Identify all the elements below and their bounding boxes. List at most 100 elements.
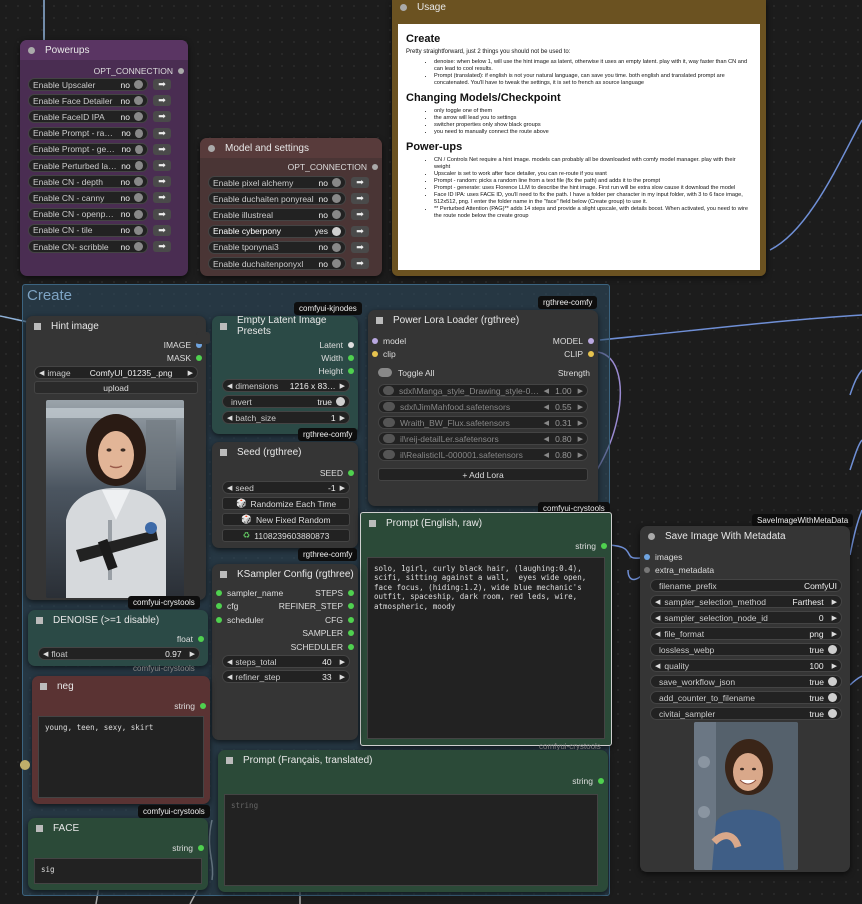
toggle-row[interactable]: Enable CN - canny no <box>28 191 148 205</box>
collapse-square-icon[interactable] <box>36 824 43 832</box>
save-image-node[interactable]: Save Image With Metadata images extra_me… <box>640 526 850 872</box>
output-pin-icon[interactable] <box>588 351 594 357</box>
seed-output[interactable]: SEED <box>320 468 354 478</box>
neg-node[interactable]: neg string young, teen, sexy, skirt <box>32 676 210 804</box>
right-arrow-icon[interactable]: ▶ <box>340 414 345 422</box>
right-arrow-icon[interactable]: ▶ <box>190 650 195 658</box>
model-settings-header[interactable]: Model and settings <box>200 138 382 158</box>
right-arrow-icon[interactable]: ▶ <box>832 630 837 638</box>
new-fixed-random-button[interactable]: 🎲 New Fixed Random <box>222 513 350 526</box>
seed-stepper[interactable]: ◀ seed -1 ▶ <box>222 481 350 494</box>
toggle-knob-icon[interactable] <box>336 397 345 406</box>
output-pin-icon[interactable] <box>348 470 354 476</box>
output-pin-icon[interactable] <box>178 68 184 74</box>
denoise-header[interactable]: DENOISE (>=1 disable) <box>28 610 208 630</box>
left-arrow-icon[interactable]: ◀ <box>227 484 232 492</box>
create-group-title[interactable]: Create <box>27 287 72 304</box>
input-pin-icon[interactable] <box>372 338 378 344</box>
goto-arrow-icon[interactable]: ➡ <box>351 225 369 237</box>
refiner-step-stepper[interactable]: ◀ refiner_step 33 ▶ <box>222 670 350 683</box>
prompt-french-textarea[interactable]: string <box>224 794 598 886</box>
hint-image-node[interactable]: Hint image IMAGE MASK ◀ image ComfyUI_01… <box>26 316 206 600</box>
output-pin-icon[interactable] <box>348 603 354 609</box>
output-pin-icon[interactable] <box>348 617 354 623</box>
output-pin-icon[interactable] <box>372 164 378 170</box>
left-arrow-icon[interactable]: ◀ <box>544 451 549 459</box>
right-arrow-icon[interactable]: ▶ <box>578 403 583 411</box>
collapse-square-icon[interactable] <box>220 570 227 578</box>
lora-row[interactable]: il\RealisticIL-000001.safetensors ◀ 0.80 ▶ <box>378 448 588 461</box>
output-pin-icon[interactable] <box>348 590 354 596</box>
output-pin-icon[interactable] <box>196 355 202 361</box>
output-pin-icon[interactable] <box>348 342 354 348</box>
collapse-square-icon[interactable] <box>34 322 41 330</box>
clip-input[interactable]: clip <box>372 349 396 359</box>
empty-latent-header[interactable]: Empty Latent Image Presets <box>212 316 358 337</box>
output-pin-icon[interactable] <box>348 630 354 636</box>
denoise-node[interactable]: DENOISE (>=1 disable) float ◀ float 0.97… <box>28 610 208 666</box>
toggle-row[interactable]: Enable CN - tile no <box>28 223 148 237</box>
neg-header[interactable]: neg <box>32 676 210 696</box>
output-pin-icon[interactable] <box>348 644 354 650</box>
steps-output[interactable]: STEPS <box>315 588 354 598</box>
right-arrow-icon[interactable]: ▶ <box>188 369 193 377</box>
toggle-row[interactable]: Enable pixel alchemy no <box>208 176 346 189</box>
toggle-row[interactable]: Enable Prompt - gener… no <box>28 142 148 156</box>
goto-arrow-icon[interactable]: ➡ <box>351 241 369 253</box>
empty-latent-node[interactable]: Empty Latent Image Presets Latent Width … <box>212 316 358 434</box>
usage-header[interactable]: Usage <box>392 0 766 14</box>
toggle-row[interactable]: Enable cyberpony yes <box>208 224 346 238</box>
output-pin-icon[interactable] <box>198 845 204 851</box>
goto-arrow-icon[interactable]: ➡ <box>153 143 171 155</box>
powerups-header[interactable]: Powerups <box>20 40 188 60</box>
goto-arrow-icon[interactable]: ➡ <box>153 127 171 139</box>
input-pin-icon[interactable] <box>216 617 222 623</box>
toggle-knob-icon[interactable] <box>134 128 143 138</box>
collapse-square-icon[interactable] <box>36 616 43 624</box>
toggle-knob-icon[interactable] <box>332 194 341 204</box>
node-graph-canvas[interactable]: Powerups OPT_CONNECTION Enable Upscaler n… <box>0 0 862 904</box>
toggle-knob-icon[interactable] <box>828 709 837 718</box>
clip-output[interactable]: CLIP <box>564 349 594 359</box>
lora-toggle[interactable] <box>383 418 395 427</box>
width-output[interactable]: Width <box>321 353 354 363</box>
toggle-knob-icon[interactable] <box>134 242 143 251</box>
right-arrow-icon[interactable]: ▶ <box>578 451 583 459</box>
collapse-dot-icon[interactable] <box>648 532 655 540</box>
goto-arrow-icon[interactable]: ➡ <box>351 209 369 221</box>
randomize-each-time-button[interactable]: 🎲 Randomize Each Time <box>222 497 350 510</box>
cfg-output[interactable]: CFG <box>325 615 354 625</box>
lora-toggle[interactable] <box>383 450 395 459</box>
model-input[interactable]: model <box>372 336 406 346</box>
right-arrow-icon[interactable]: ▶ <box>832 598 837 606</box>
toggle-row[interactable]: Enable Perturbed late… no <box>28 159 148 172</box>
usage-text-panel[interactable]: Create Pretty straightforward, just 2 th… <box>398 24 760 270</box>
collapse-dot-icon[interactable] <box>28 46 35 54</box>
model-settings-output[interactable]: OPT_CONNECTION <box>288 162 378 172</box>
toggle-knob-icon[interactable] <box>134 209 143 219</box>
right-arrow-icon[interactable]: ▶ <box>578 387 583 395</box>
face-header[interactable]: FACE <box>28 818 208 838</box>
goto-arrow-icon[interactable]: ➡ <box>351 193 369 205</box>
toggle-row[interactable]: Enable duchaitenponyxl no <box>208 257 346 270</box>
denoise-float-stepper[interactable]: ◀ float 0.97 ▶ <box>38 647 200 660</box>
toggle-knob-icon[interactable] <box>332 210 341 220</box>
reroute-dot[interactable] <box>20 760 30 770</box>
input-pin-icon[interactable] <box>216 603 222 609</box>
right-arrow-icon[interactable]: ▶ <box>832 662 837 670</box>
powerups-node[interactable]: Powerups OPT_CONNECTION Enable Upscaler n… <box>20 40 188 276</box>
goto-arrow-icon[interactable]: ➡ <box>351 177 369 188</box>
batch-size-stepper[interactable]: ◀ batch_size 1 ▶ <box>222 411 350 424</box>
output-pin-icon[interactable] <box>601 543 607 549</box>
left-arrow-icon[interactable]: ◀ <box>655 598 660 606</box>
prompt-french-output[interactable]: string <box>572 776 604 786</box>
scheduler-input[interactable]: scheduler <box>216 615 264 625</box>
left-arrow-icon[interactable]: ◀ <box>227 382 232 390</box>
toggle-knob-icon[interactable] <box>134 161 143 170</box>
save-image-header[interactable]: Save Image With Metadata <box>640 526 850 546</box>
toggle-knob-icon[interactable] <box>332 259 341 268</box>
ksampler-header[interactable]: KSampler Config (rgthree) <box>212 564 358 584</box>
invert-toggle[interactable]: invert true <box>222 395 350 408</box>
left-arrow-icon[interactable]: ◀ <box>544 403 549 411</box>
left-arrow-icon[interactable]: ◀ <box>544 435 549 443</box>
